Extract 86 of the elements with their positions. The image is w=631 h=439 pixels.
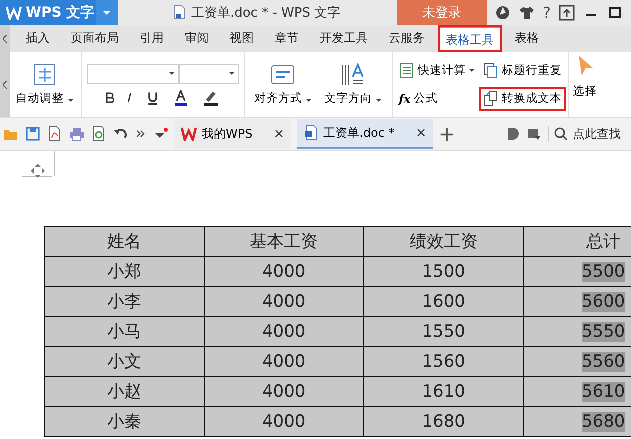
document-tab[interactable]: 我的WPS × xyxy=(175,119,291,149)
ribbon-tab[interactable]: 审阅 xyxy=(177,25,217,52)
auto-fit-button[interactable]: 自动调整 xyxy=(14,61,76,108)
upload-icon[interactable] xyxy=(559,4,575,20)
ribbon-tab[interactable]: 页面布局 xyxy=(63,25,127,52)
table-cell: 4000 xyxy=(262,382,306,402)
column-header: 绩效工资 xyxy=(410,232,478,252)
caret-icon xyxy=(168,72,175,75)
save-icon[interactable] xyxy=(25,126,41,142)
convert-icon xyxy=(482,90,499,106)
window-title: 工资单.doc * - WPS 文字 xyxy=(191,4,341,22)
help-button[interactable]: ? xyxy=(543,4,551,22)
table-cell: 5600 xyxy=(582,292,626,312)
document-tab[interactable]: 工资单.doc * × xyxy=(296,119,433,149)
caret-icon xyxy=(468,69,475,72)
close-tab-button[interactable]: × xyxy=(274,126,285,142)
ribbon-tab[interactable]: 插入 xyxy=(18,25,58,52)
table-cell: 4000 xyxy=(262,352,306,372)
shirt-icon[interactable] xyxy=(519,4,536,20)
document-icon xyxy=(302,125,319,141)
table-cell: 4000 xyxy=(262,262,306,282)
pages-icon xyxy=(482,62,499,78)
search-field[interactable]: 点此查找 xyxy=(548,126,631,142)
align-icon xyxy=(270,63,296,87)
print-preview-icon[interactable] xyxy=(91,126,107,142)
table-cell: 5610 xyxy=(582,382,626,402)
table-cell: 小马 xyxy=(107,322,142,342)
app-name: WPS 文字 xyxy=(26,4,95,22)
text-direction-icon xyxy=(340,63,366,87)
table-cell: 小文 xyxy=(107,352,142,372)
quick-calc-button[interactable]: 快速计算 xyxy=(396,60,477,80)
menu-dropdown[interactable] xyxy=(96,0,118,25)
caret-icon xyxy=(306,99,312,102)
ribbon-tab[interactable]: 视图 xyxy=(222,25,262,52)
table-cell: 5560 xyxy=(582,352,626,372)
document-icon xyxy=(174,5,186,20)
table-cell: 4000 xyxy=(262,292,306,312)
ribbon-tab[interactable]: 云服务 xyxy=(381,25,433,52)
table-cell: 1600 xyxy=(422,292,466,312)
bold-icon[interactable] xyxy=(104,90,116,104)
table-cell: 5680 xyxy=(582,412,626,432)
column-header: 总计 xyxy=(586,232,621,252)
table-cell: 1550 xyxy=(422,322,466,342)
caret-icon xyxy=(103,10,111,14)
caret-icon xyxy=(68,99,74,102)
select-button[interactable]: 选择 xyxy=(568,52,599,117)
table-cell: 1500 xyxy=(422,262,466,282)
table-cell: 小秦 xyxy=(107,412,142,432)
column-header: 姓名 xyxy=(107,232,142,252)
table-cell: 4000 xyxy=(262,412,306,432)
table-cell: 5550 xyxy=(582,322,626,342)
table-cell: 1680 xyxy=(422,412,466,432)
ribbon-tab[interactable]: 开发工具 xyxy=(312,25,376,52)
font-size-field[interactable] xyxy=(178,64,239,84)
text-direction-button[interactable]: 文字方向 xyxy=(322,61,384,108)
caret-icon xyxy=(228,72,235,75)
table-cell: 小赵 xyxy=(107,382,142,402)
close-tab-button[interactable]: × xyxy=(416,126,427,140)
w-logo-icon xyxy=(6,6,22,20)
print-icon[interactable] xyxy=(69,126,85,142)
table-icon xyxy=(32,63,58,87)
table-cell: 1560 xyxy=(422,352,466,372)
caret-icon xyxy=(376,99,382,102)
export-pdf-icon[interactable] xyxy=(47,126,63,142)
ribbon-tab[interactable]: 表格工具 xyxy=(438,25,502,52)
spreadsheet-icon xyxy=(398,62,415,78)
formula-button[interactable]: fx 公式 xyxy=(396,88,477,108)
align-button[interactable]: 对齐方式 xyxy=(252,61,314,108)
font-name-field[interactable] xyxy=(86,64,179,84)
ribbon-tab[interactable]: 引用 xyxy=(132,25,172,52)
ribbon-tab[interactable]: 章节 xyxy=(267,25,307,52)
table-cell: 小郑 xyxy=(107,262,142,282)
skin-icon[interactable] xyxy=(495,4,512,20)
table-move-handle[interactable] xyxy=(30,163,46,179)
table-cell: 1610 xyxy=(422,382,466,402)
search-icon xyxy=(554,127,568,141)
table-cell: 5500 xyxy=(582,262,626,282)
repeat-header-button[interactable]: 标题行重复 xyxy=(480,60,564,80)
table-cell: 小李 xyxy=(107,292,142,312)
column-header: 基本工资 xyxy=(250,232,318,252)
new-tab-button[interactable]: + xyxy=(438,122,456,146)
maximize-icon[interactable] xyxy=(607,4,623,20)
w-logo-icon xyxy=(181,127,197,141)
table-cell: 4000 xyxy=(262,322,306,342)
convert-to-text-button[interactable]: 转换成文本 xyxy=(480,88,564,108)
ribbon-tab[interactable]: 表格 xyxy=(507,25,547,52)
